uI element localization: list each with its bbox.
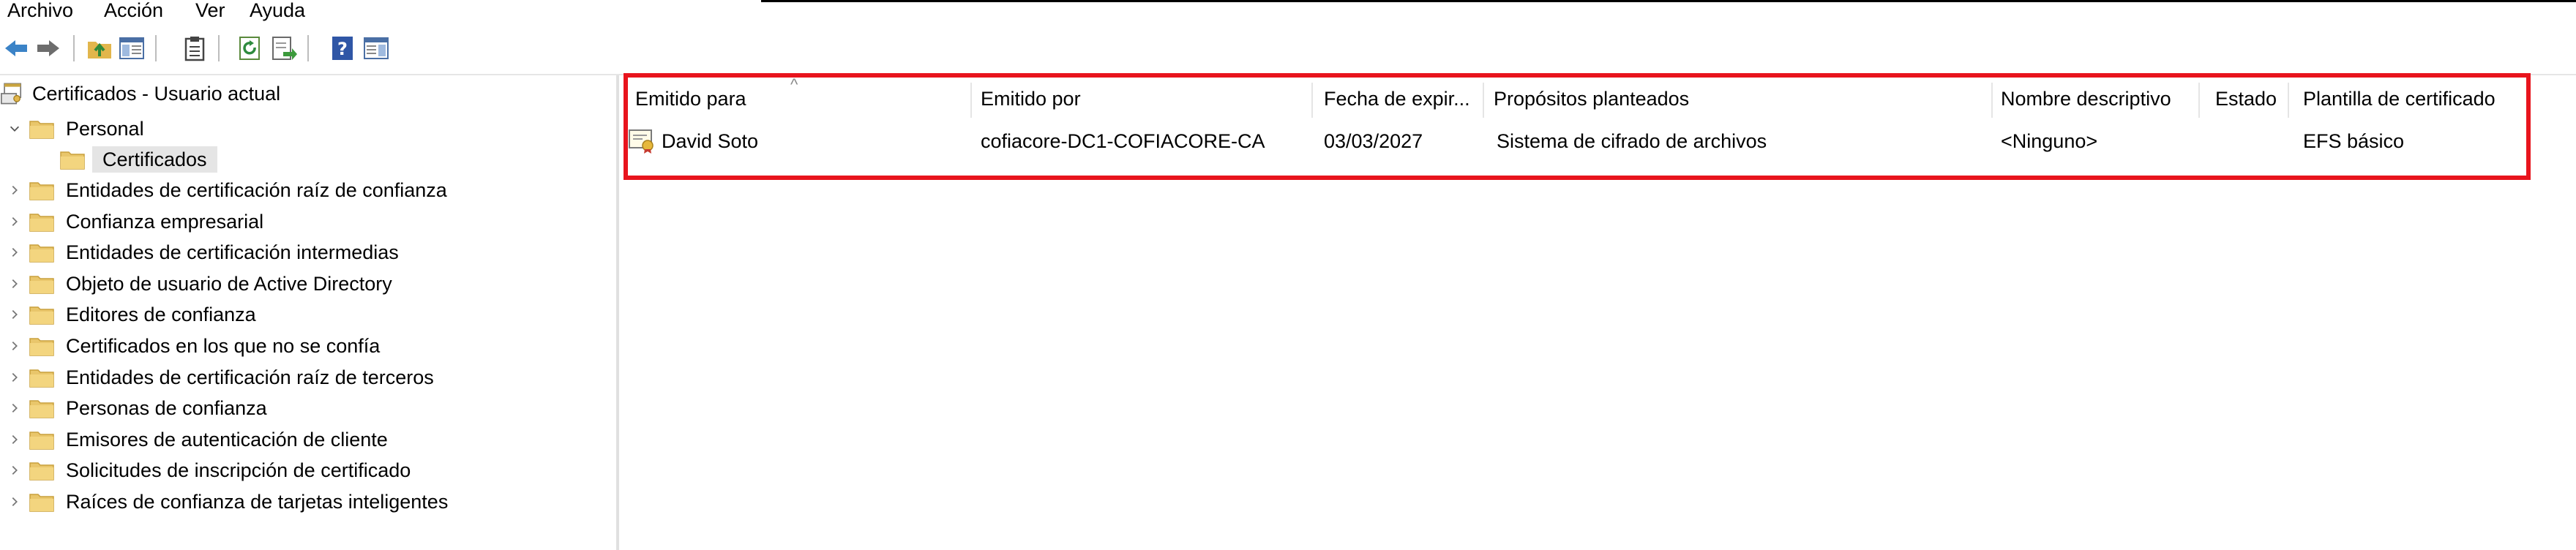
chevron-right-icon[interactable] [0, 487, 29, 516]
chevron-right-icon[interactable] [0, 393, 29, 423]
folder-icon [29, 306, 54, 325]
clipboard-icon[interactable] [180, 34, 209, 63]
folder-icon [29, 276, 54, 294]
column-separator[interactable] [1991, 83, 1993, 118]
cell-plantilla: EFS básico [2303, 130, 2405, 152]
chevron-right-icon[interactable] [0, 238, 29, 267]
toolbar-separator [218, 35, 220, 61]
forward-icon[interactable] [34, 34, 63, 63]
tree-root-label: Certificados - Usuario actual [32, 83, 281, 105]
refresh-icon[interactable] [236, 34, 265, 63]
pane-splitter[interactable] [616, 75, 619, 550]
tree-item-label: Emisores de autenticación de cliente [66, 428, 388, 451]
folder-icon [29, 400, 54, 418]
toolbar-separator [307, 35, 309, 61]
up-folder-icon[interactable] [85, 34, 114, 63]
cell-nombre-descriptivo: <Ninguno> [2001, 130, 2098, 152]
folder-icon [29, 121, 54, 139]
chevron-right-icon[interactable] [0, 269, 29, 298]
column-header-plantilla[interactable]: Plantilla de certificado [2303, 84, 2496, 113]
certificate-icon [629, 129, 654, 154]
folder-icon [29, 182, 54, 200]
column-header-fecha-expiracion[interactable]: Fecha de expir... [1324, 84, 1470, 113]
tree-item[interactable]: Confianza empresarial [0, 207, 268, 236]
chevron-right-icon[interactable] [0, 456, 29, 485]
folder-icon [29, 338, 54, 356]
tree-item-certificados[interactable]: Certificados [60, 145, 217, 174]
cell-fecha-expiracion: 03/03/2027 [1324, 130, 1423, 152]
certificate-list: ^ Emitido para Emitido por Fecha de expi… [624, 75, 2576, 550]
tree-item[interactable]: Personas de confianza [0, 393, 272, 423]
tree-item-label: Editores de confianza [66, 304, 256, 326]
column-header-emitido-para[interactable]: Emitido para [635, 84, 746, 113]
console-tree: Certificados - Usuario actual Personal C… [0, 79, 616, 550]
chevron-right-icon[interactable] [0, 331, 29, 361]
tree-item[interactable]: Solicitudes de inscripción de certificad… [0, 456, 415, 485]
tree-item-label: Raíces de confianza de tarjetas intelige… [66, 491, 449, 513]
toolbar: ? [0, 29, 2576, 75]
export-list-icon[interactable] [269, 34, 299, 63]
chevron-right-icon[interactable] [0, 207, 29, 236]
tree-item[interactable]: Certificados en los que no se confía [0, 331, 384, 361]
tree-item-label: Entidades de certificación intermedias [66, 241, 399, 264]
cell-emitido-para: David Soto [662, 130, 759, 152]
tree-item-personal[interactable]: Personal [0, 114, 149, 143]
column-header-propositos[interactable]: Propósitos planteados [1494, 84, 1689, 113]
toolbar-separator [155, 35, 157, 61]
tree-item-label: Personas de confianza [66, 397, 267, 420]
folder-icon [29, 462, 54, 481]
column-header-emitido-por[interactable]: Emitido por [981, 84, 1081, 113]
show-hide-tree-icon[interactable] [117, 34, 146, 63]
menu-ayuda[interactable]: Ayuda [250, 0, 305, 25]
tree-item-label: Objeto de usuario de Active Directory [66, 272, 392, 295]
column-separator[interactable] [1483, 83, 1484, 118]
menu-archivo[interactable]: Archivo [7, 0, 73, 25]
column-separator[interactable] [2198, 83, 2200, 118]
tree-item-label: Certificados en los que no se confía [66, 335, 381, 357]
column-separator[interactable] [970, 83, 972, 118]
folder-icon [29, 369, 54, 388]
tree-root-node[interactable]: Certificados - Usuario actual [0, 79, 285, 108]
sort-ascending-icon: ^ [790, 75, 798, 94]
folder-icon [29, 244, 54, 263]
chevron-right-icon[interactable] [0, 176, 29, 205]
chevron-right-icon[interactable] [0, 363, 29, 392]
toolbar-separator [73, 35, 75, 61]
menu-accion[interactable]: Acción [104, 0, 163, 25]
folder-icon [29, 494, 54, 512]
folder-icon [29, 432, 54, 450]
column-header-estado[interactable]: Estado [2215, 84, 2277, 113]
chevron-right-icon[interactable] [0, 300, 29, 329]
tree-item[interactable]: Raíces de confianza de tarjetas intelige… [0, 487, 452, 516]
cell-emitido-por: cofiacore-DC1-COFIACORE-CA [981, 130, 1265, 152]
cell-propositos: Sistema de cifrado de archivos [1497, 130, 1767, 152]
tree-item[interactable]: Editores de confianza [0, 300, 261, 329]
tree-item-label: Entidades de certificación raíz de confi… [66, 179, 447, 201]
menu-ver[interactable]: Ver [195, 0, 225, 25]
svg-text:?: ? [337, 39, 348, 59]
menu-bar: Archivo Acción Ver Ayuda [0, 0, 2576, 25]
column-separator[interactable] [1311, 83, 1313, 118]
title-strip-edge [761, 0, 2576, 2]
tree-item[interactable]: Emisores de autenticación de cliente [0, 425, 392, 454]
tree-item[interactable]: Entidades de certificación raíz de terce… [0, 363, 438, 392]
tree-item-label: Entidades de certificación raíz de terce… [66, 366, 434, 388]
properties-pane-icon[interactable] [362, 34, 391, 63]
tree-item[interactable]: Entidades de certificación intermedias [0, 238, 403, 267]
folder-icon [29, 213, 54, 232]
tree-item-label: Solicitudes de inscripción de certificad… [66, 459, 411, 482]
chevron-down-icon[interactable] [0, 114, 29, 143]
tree-item[interactable]: Entidades de certificación raíz de confi… [0, 176, 452, 205]
chevron-right-icon[interactable] [0, 425, 29, 454]
help-icon[interactable]: ? [328, 34, 357, 63]
column-header-nombre-descriptivo[interactable]: Nombre descriptivo [2001, 84, 2171, 113]
folder-icon [60, 151, 85, 170]
tree-item-label: Confianza empresarial [66, 210, 264, 233]
tree-item-label: Certificados [92, 146, 217, 173]
column-separator[interactable] [2288, 83, 2289, 118]
tree-item[interactable]: Objeto de usuario de Active Directory [0, 269, 397, 298]
tree-item-label: Personal [66, 118, 144, 140]
certificates-console-icon [1, 83, 22, 105]
back-icon[interactable] [1, 34, 31, 63]
